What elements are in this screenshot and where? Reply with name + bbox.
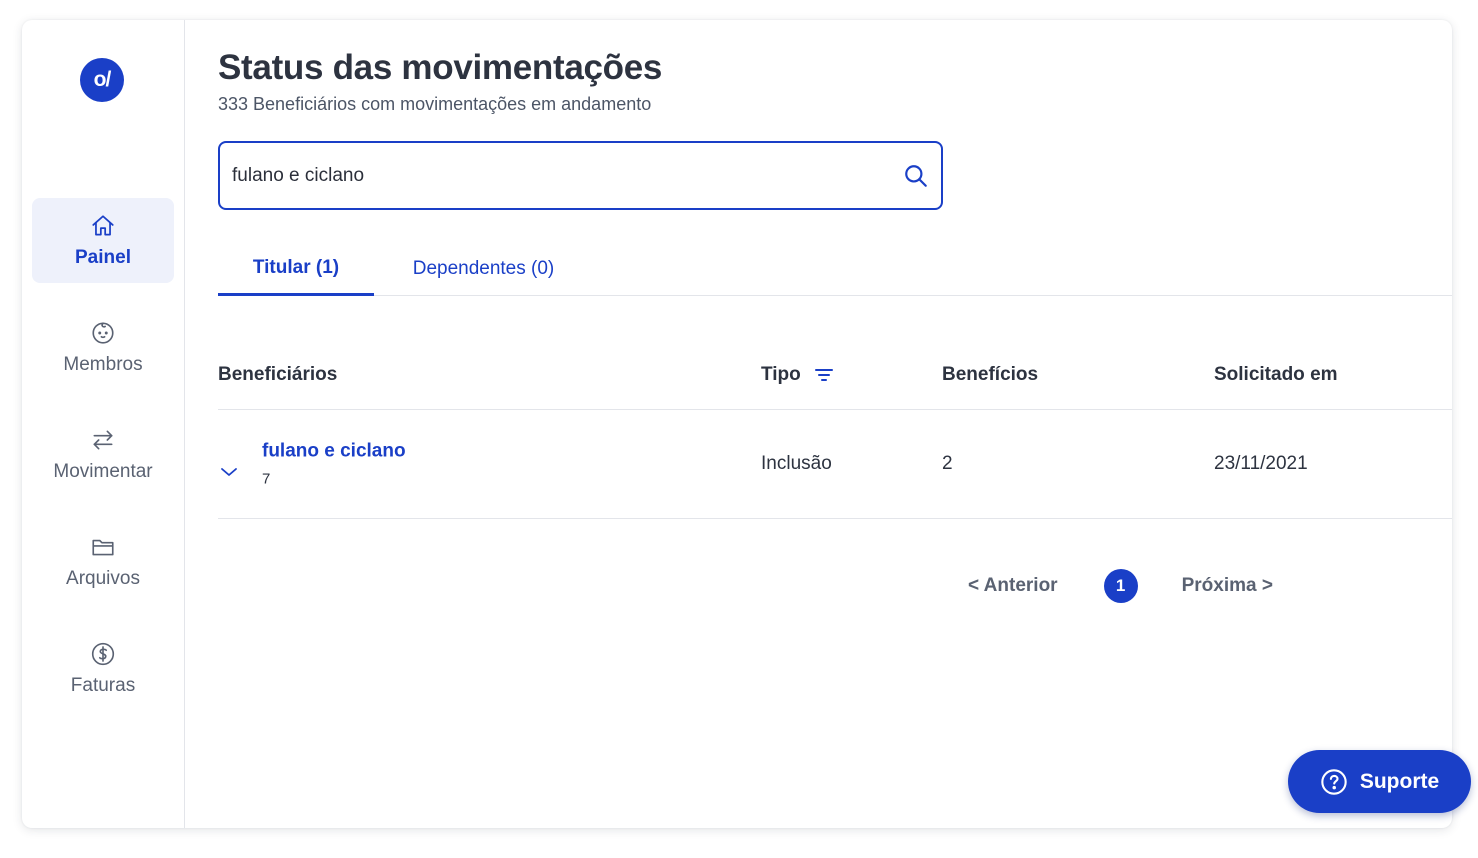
beneficios-cell: 2 (942, 453, 953, 474)
support-button[interactable]: Suporte (1288, 750, 1471, 813)
sidebar-item-label: Faturas (70, 674, 136, 696)
folder-icon (92, 539, 114, 555)
sidebar-item-label: Arquivos (66, 567, 140, 589)
beneficiary-sub: 7 (262, 470, 271, 488)
page-number-current[interactable]: 1 (1103, 569, 1138, 603)
sidebar-item-label: Painel (75, 246, 131, 268)
baby-face-icon (92, 321, 114, 344)
next-page-button[interactable]: Próxima > (1182, 575, 1273, 597)
column-header-tipo-label: Tipo (761, 363, 801, 385)
sidebar-item-faturas[interactable]: Faturas (32, 626, 174, 711)
help-circle-icon (1321, 768, 1347, 795)
tab-bar: Titular (1) Dependentes (0) (218, 242, 1452, 296)
swap-arrows-icon (93, 430, 113, 449)
search-input[interactable] (232, 164, 903, 187)
column-header-solicitado: Solicitado em (1214, 363, 1338, 385)
sidebar-item-arquivos[interactable]: Arquivos (32, 519, 174, 604)
beneficiary-cell: fulano e ciclano 7 (262, 441, 406, 488)
tipo-cell: Inclusão (761, 453, 832, 474)
column-header-beneficiarios: Beneficiários (218, 363, 338, 385)
column-header-beneficios: Benefícios (942, 363, 1039, 385)
search-icon[interactable] (903, 163, 929, 189)
pagination: < Anterior 1 Próxima > (968, 568, 1273, 604)
sidebar-item-movimentar[interactable]: Movimentar (32, 412, 174, 497)
chevron-down-icon[interactable] (220, 466, 238, 478)
sidebar-item-painel[interactable]: Painel (32, 198, 174, 283)
search-box (218, 141, 943, 210)
solicitado-cell: 23/11/2021 (1214, 453, 1308, 474)
sidebar: o/ Painel Membros Movimentar Arquivos Fa… (22, 20, 185, 828)
sidebar-item-label: Membros (63, 353, 143, 375)
tab-titular[interactable]: Titular (1) (218, 242, 374, 296)
main-content: Status das movimentações 333 Beneficiári… (218, 20, 1452, 828)
page-subtitle: 333 Beneficiários com movimentações em a… (218, 94, 652, 114)
tab-dependentes[interactable]: Dependentes (0) (396, 242, 571, 296)
column-header-tipo[interactable]: Tipo (761, 364, 833, 386)
home-icon (92, 214, 114, 236)
beneficiary-name-link[interactable]: fulano e ciclano (262, 441, 406, 463)
support-label: Suporte (1359, 769, 1440, 793)
page-title: Status das movimentações (218, 48, 663, 87)
table-row: fulano e ciclano 7 Inclusão 2 23/11/2021 (218, 410, 1452, 519)
filter-icon[interactable] (814, 368, 833, 382)
logo[interactable]: o/ (80, 58, 124, 102)
app-card: o/ Painel Membros Movimentar Arquivos Fa… (22, 20, 1452, 828)
prev-page-button[interactable]: < Anterior (968, 575, 1058, 597)
dollar-circle-icon (91, 642, 115, 665)
sidebar-item-membros[interactable]: Membros (32, 305, 174, 390)
sidebar-item-label: Movimentar (53, 460, 153, 482)
table-header: Beneficiários Tipo Benefícios Solicitado… (218, 340, 1452, 410)
